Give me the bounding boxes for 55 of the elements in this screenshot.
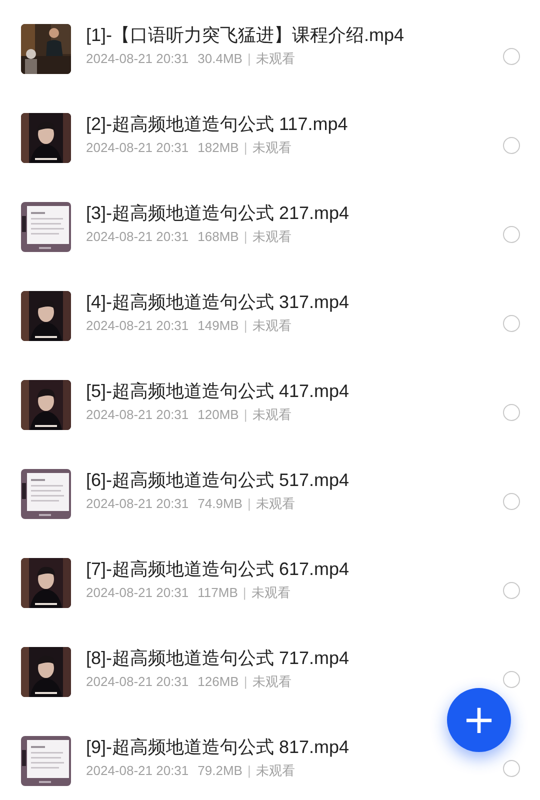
separator: | <box>244 406 248 424</box>
file-size: 117MB <box>198 584 238 602</box>
file-date: 2024-08-21 20:31 <box>86 762 189 780</box>
file-size: 168MB <box>198 228 239 246</box>
watch-status: 未观看 <box>256 50 295 68</box>
file-name: [3]-超高频地道造句公式 217.mp4 <box>86 202 350 225</box>
file-name: [5]-超高频地道造句公式 417.mp4 <box>86 380 350 403</box>
watch-status: 未观看 <box>252 139 292 157</box>
file-name: [1]-【口语听力突飞猛进】课程介绍.mp4 <box>86 24 404 47</box>
file-name: [7]-超高频地道造句公式 617.mp4 <box>86 558 350 581</box>
file-name: [4]-超高频地道造句公式 317.mp4 <box>86 291 350 314</box>
file-size: 126MB <box>198 673 239 691</box>
radio-button[interactable] <box>503 671 520 688</box>
watch-status: 未观看 <box>252 317 292 335</box>
watch-status: 未观看 <box>256 495 295 513</box>
separator: | <box>247 50 251 68</box>
radio-button[interactable] <box>503 582 520 599</box>
file-size: 79.2MB <box>198 762 242 780</box>
file-date: 2024-08-21 20:31 <box>86 139 189 157</box>
file-date: 2024-08-21 20:31 <box>86 673 189 691</box>
separator: | <box>244 228 248 246</box>
add-button[interactable]: + <box>447 688 511 752</box>
radio-button[interactable] <box>503 137 520 154</box>
separator: | <box>247 762 251 780</box>
file-size: 149MB <box>198 317 239 335</box>
radio-button[interactable] <box>503 48 520 65</box>
file-date: 2024-08-21 20:31 <box>86 406 189 424</box>
file-name: [9]-超高频地道造句公式 817.mp4 <box>86 736 350 759</box>
radio-button[interactable] <box>503 315 520 332</box>
radio-button[interactable] <box>503 226 520 243</box>
watch-status: 未观看 <box>252 406 292 424</box>
file-date: 2024-08-21 20:31 <box>86 50 189 68</box>
radio-button[interactable] <box>503 404 520 421</box>
watch-status: 未观看 <box>252 228 292 246</box>
separator: | <box>244 673 248 691</box>
watch-status: 未观看 <box>251 584 290 602</box>
file-name: [2]-超高频地道造句公式 117.mp4 <box>86 113 348 136</box>
watch-status: 未观看 <box>256 762 295 780</box>
watch-status: 未观看 <box>252 673 292 691</box>
file-size: 182MB <box>198 139 239 157</box>
file-date: 2024-08-21 20:31 <box>86 228 189 246</box>
radio-button[interactable] <box>503 493 520 510</box>
file-size: 30.4MB <box>198 50 242 68</box>
radio-button[interactable] <box>503 760 520 777</box>
file-date: 2024-08-21 20:31 <box>86 495 189 513</box>
separator: | <box>247 495 251 513</box>
file-date: 2024-08-21 20:31 <box>86 317 189 335</box>
file-name: [6]-超高频地道造句公式 517.mp4 <box>86 469 350 492</box>
separator: | <box>244 139 248 157</box>
file-name: [8]-超高频地道造句公式 717.mp4 <box>86 647 350 670</box>
file-size: 74.9MB <box>198 495 242 513</box>
separator: | <box>242 584 246 602</box>
separator: | <box>244 317 248 335</box>
file-date: 2024-08-21 20:31 <box>86 584 189 602</box>
file-size: 120MB <box>198 406 239 424</box>
